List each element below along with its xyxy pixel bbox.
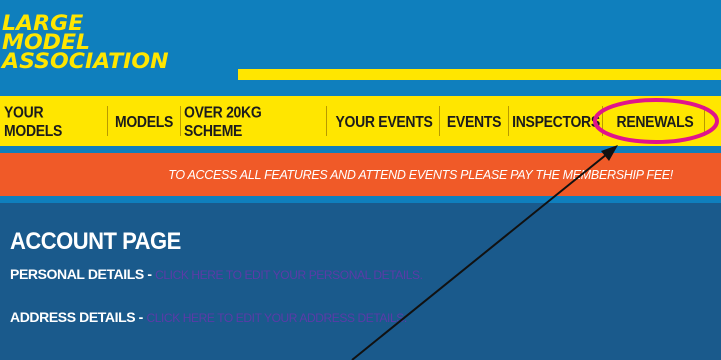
nav-item-models[interactable]: MODELS: [110, 92, 178, 150]
nav-item-inspectors[interactable]: INSPECTORS: [512, 92, 600, 150]
nav-item-events[interactable]: EVENTS: [444, 92, 504, 150]
nav-bottom-band: [0, 146, 721, 153]
main-nav: YOUR MODELS MODELS OVER 20KG SCHEME YOUR…: [0, 96, 721, 146]
nav-item-renewals[interactable]: RENEWALS: [612, 92, 698, 150]
address-details-row: ADDRESS DETAILS - CLICK HERE TO EDIT YOU…: [10, 309, 407, 325]
header-yellow-stripe: [238, 69, 721, 80]
nav-divider: [602, 106, 603, 136]
nav-divider: [180, 106, 181, 136]
nav-item-your-events[interactable]: YOUR EVENTS: [334, 92, 434, 150]
logo-line-3: ASSOCIATION: [2, 49, 169, 73]
address-details-label: ADDRESS DETAILS -: [10, 309, 143, 325]
edit-address-details-link[interactable]: CLICK HERE TO EDIT YOUR ADDRESS DETAILS.: [146, 311, 407, 325]
site-header: LARGE MODEL ASSOCIATION: [0, 0, 721, 96]
edit-personal-details-link[interactable]: CLICK HERE TO EDIT YOUR PERSONAL DETAILS…: [155, 268, 423, 282]
nav-divider: [326, 106, 327, 136]
personal-details-label: PERSONAL DETAILS -: [10, 266, 152, 282]
membership-alert-text: TO ACCESS ALL FEATURES AND ATTEND EVENTS…: [168, 167, 673, 182]
nav-divider: [439, 106, 440, 136]
personal-details-row: PERSONAL DETAILS - CLICK HERE TO EDIT YO…: [10, 266, 423, 282]
page-title: ACCOUNT PAGE: [10, 227, 181, 255]
nav-divider: [508, 106, 509, 136]
nav-item-your-models[interactable]: YOUR MODELS: [4, 92, 104, 150]
nav-divider: [704, 106, 705, 136]
nav-divider: [107, 106, 108, 136]
account-content: ACCOUNT PAGE PERSONAL DETAILS - CLICK HE…: [0, 203, 721, 360]
membership-alert-banner: TO ACCESS ALL FEATURES AND ATTEND EVENTS…: [0, 153, 721, 196]
page: LARGE MODEL ASSOCIATION YOUR MODELS MODE…: [0, 0, 721, 360]
nav-item-over-20kg-scheme[interactable]: OVER 20KG SCHEME: [184, 92, 320, 150]
site-logo[interactable]: LARGE MODEL ASSOCIATION: [2, 13, 262, 72]
alert-bottom-band: [0, 196, 721, 203]
